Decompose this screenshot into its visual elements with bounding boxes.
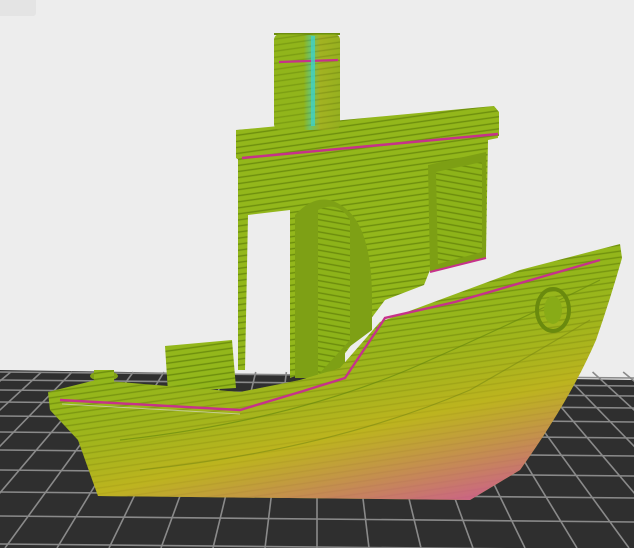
boat-model[interactable] [48, 33, 622, 500]
3d-viewport[interactable] [0, 0, 634, 548]
viewport-corner-tab[interactable] [0, 0, 36, 16]
scene-canvas[interactable] [0, 0, 634, 548]
